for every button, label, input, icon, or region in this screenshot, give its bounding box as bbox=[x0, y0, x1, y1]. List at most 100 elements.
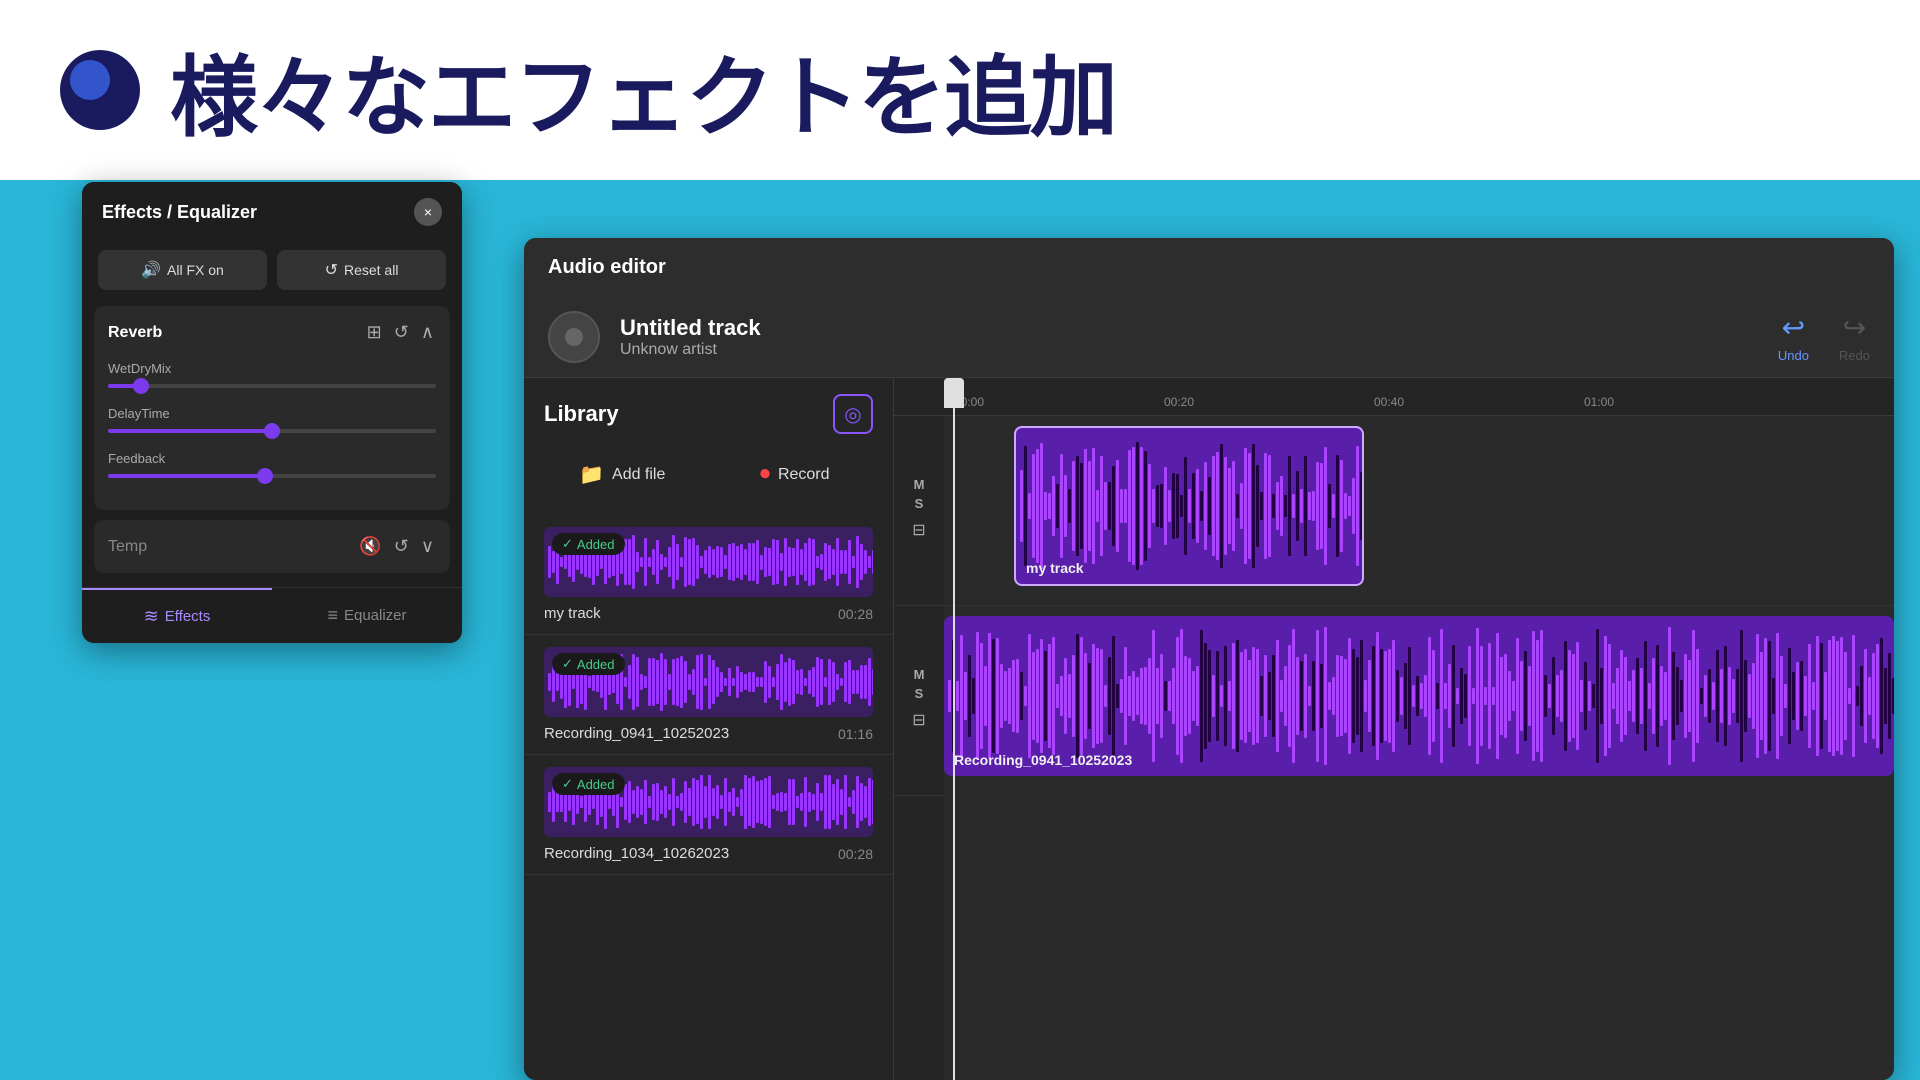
playhead[interactable] bbox=[944, 378, 964, 408]
record-label: Record bbox=[778, 466, 830, 484]
timeline-tracks: my track Recording_0941_10252023 bbox=[944, 416, 1894, 1080]
page-title: 様々なエフェクトを追加 bbox=[170, 27, 1116, 154]
track-s-label-2: S bbox=[915, 686, 924, 701]
all-fx-button[interactable]: 🔊 All FX on bbox=[98, 250, 267, 290]
track-waveform-2: ✓ Added bbox=[544, 647, 873, 717]
timeline-track-1: my track bbox=[944, 416, 1894, 606]
track-m-label-1: M bbox=[914, 477, 925, 492]
effects-panel-title: Effects / Equalizer bbox=[102, 202, 257, 223]
track-duration-2: 01:16 bbox=[838, 726, 873, 742]
redo-icon: ↪ bbox=[1843, 311, 1866, 344]
effects-panel-header: Effects / Equalizer × bbox=[82, 182, 462, 242]
added-label-3: Added bbox=[577, 777, 615, 792]
track-name-1: my track bbox=[544, 605, 601, 622]
reverb-reset-button[interactable]: ↺ bbox=[392, 320, 411, 345]
reverb-fx-icon-button[interactable]: ⊞ bbox=[365, 320, 384, 345]
reverb-section: Reverb ⊞ ↺ ∧ WetDryMix DelayTime bbox=[94, 306, 450, 510]
check-icon-1: ✓ bbox=[562, 536, 573, 552]
feedback-track[interactable] bbox=[108, 474, 436, 478]
list-item[interactable]: ✓ Added my track 00:28 bbox=[524, 515, 893, 635]
add-file-icon: 📁 bbox=[579, 462, 604, 487]
feedback-slider-container: Feedback bbox=[108, 451, 436, 478]
editor-main: Library ◎ 📁 Add file ⏺ Record bbox=[524, 378, 1894, 1080]
reverb-controls: ⊞ ↺ ∧ bbox=[365, 320, 436, 345]
added-label-1: Added bbox=[577, 537, 615, 552]
added-badge-2: ✓ Added bbox=[552, 653, 625, 675]
track-meta-1: my track 00:28 bbox=[544, 605, 873, 622]
timeline-clip-1[interactable]: my track bbox=[1014, 426, 1364, 586]
track-thumb-inner bbox=[565, 328, 583, 346]
track-name: Untitled track bbox=[620, 315, 1758, 341]
track-name-2: Recording_0941_10252023 bbox=[544, 725, 729, 742]
all-fx-label: All FX on bbox=[167, 262, 224, 278]
redo-button[interactable]: ↪ Redo bbox=[1839, 311, 1870, 363]
close-button[interactable]: × bbox=[414, 198, 442, 226]
delaytime-label: DelayTime bbox=[108, 406, 436, 421]
add-file-button[interactable]: 📁 Add file bbox=[544, 450, 701, 499]
effects-tabs: ≋ Effects ≡ Equalizer bbox=[82, 587, 462, 643]
track-artist: Unknow artist bbox=[620, 341, 1758, 359]
undo-icon: ↩ bbox=[1782, 311, 1805, 344]
track-control-group-1: M S ⊟ bbox=[894, 416, 944, 606]
playhead-line bbox=[953, 408, 955, 1080]
reset-icon: ↺ bbox=[325, 260, 338, 280]
page-header: 様々なエフェクトを追加 bbox=[0, 0, 1920, 180]
reset-all-button[interactable]: ↺ Reset all bbox=[277, 250, 446, 290]
track-meta-2: Recording_0941_10252023 01:16 bbox=[544, 725, 873, 742]
undo-label: Undo bbox=[1778, 348, 1809, 363]
wetdrymix-track[interactable] bbox=[108, 384, 436, 388]
effects-tab-label: Effects bbox=[165, 608, 211, 625]
temp-reset-button[interactable]: ↺ bbox=[392, 534, 411, 559]
delaytime-slider-container: DelayTime bbox=[108, 406, 436, 433]
reset-all-label: Reset all bbox=[344, 262, 398, 278]
delaytime-track[interactable] bbox=[108, 429, 436, 433]
track-m-label-2: M bbox=[914, 667, 925, 682]
reverb-title: Reverb bbox=[108, 324, 162, 342]
temp-expand-button[interactable]: ∨ bbox=[419, 534, 436, 559]
check-icon-2: ✓ bbox=[562, 656, 573, 672]
equalizer-tab-icon: ≡ bbox=[327, 605, 338, 626]
ruler-mark-20: 00:20 bbox=[1164, 395, 1194, 409]
temp-mute-button[interactable]: 🔇 bbox=[357, 534, 383, 559]
library-header: Library ◎ bbox=[524, 378, 893, 450]
track-ctrl-btn-2[interactable]: ⊟ bbox=[904, 705, 934, 735]
track-s-label-1: S bbox=[915, 496, 924, 511]
temp-title: Temp bbox=[108, 538, 147, 556]
track-waveform-1: ✓ Added bbox=[544, 527, 873, 597]
tab-effects[interactable]: ≋ Effects bbox=[82, 588, 272, 643]
feedback-label: Feedback bbox=[108, 451, 436, 466]
library-title: Library bbox=[544, 401, 619, 427]
library-camera-button[interactable]: ◎ bbox=[833, 394, 873, 434]
redo-label: Redo bbox=[1839, 348, 1870, 363]
add-file-label: Add file bbox=[612, 466, 665, 484]
track-duration-1: 00:28 bbox=[838, 606, 873, 622]
track-meta-3: Recording_1034_10262023 00:28 bbox=[544, 845, 873, 862]
reverb-header: Reverb ⊞ ↺ ∧ bbox=[108, 320, 436, 345]
ruler-mark-60: 01:00 bbox=[1584, 395, 1614, 409]
effects-toolbar: 🔊 All FX on ↺ Reset all bbox=[82, 242, 462, 306]
ruler-spacer bbox=[894, 378, 944, 416]
library-panel: Library ◎ 📁 Add file ⏺ Record bbox=[524, 378, 894, 1080]
library-tracks: ✓ Added my track 00:28 ✓ bbox=[524, 515, 893, 1080]
undo-button[interactable]: ↩ Undo bbox=[1778, 311, 1809, 363]
temp-header: Temp 🔇 ↺ ∨ bbox=[108, 534, 436, 559]
audio-editor-title: Audio editor bbox=[548, 256, 666, 279]
library-actions: 📁 Add file ⏺ Record bbox=[524, 450, 893, 515]
track-controls-column: M S ⊟ M S ⊟ bbox=[894, 378, 944, 1080]
track-info-bar: Untitled track Unknow artist ↩ Undo ↪ Re… bbox=[524, 297, 1894, 378]
reverb-collapse-button[interactable]: ∧ bbox=[419, 320, 436, 345]
timeline-clip-2[interactable]: Recording_0941_10252023 bbox=[944, 616, 1894, 776]
ruler-mark-40: 00:40 bbox=[1374, 395, 1404, 409]
list-item[interactable]: ✓ Added Recording_0941_10252023 01:16 bbox=[524, 635, 893, 755]
tab-equalizer[interactable]: ≡ Equalizer bbox=[272, 588, 462, 643]
list-item[interactable]: ✓ Added Recording_1034_10262023 00:28 bbox=[524, 755, 893, 875]
temp-section: Temp 🔇 ↺ ∨ bbox=[94, 520, 450, 573]
record-button[interactable]: ⏺ Record bbox=[717, 450, 874, 499]
track-ctrl-btn-1[interactable]: ⊟ bbox=[904, 515, 934, 545]
track-waveform-3: ✓ Added bbox=[544, 767, 873, 837]
speaker-icon: 🔊 bbox=[141, 260, 161, 280]
camera-icon: ◎ bbox=[844, 402, 861, 427]
timeline-ruler: 00:00 00:20 00:40 01:00 bbox=[944, 378, 1894, 416]
record-icon: ⏺ bbox=[760, 463, 770, 486]
track-name-3: Recording_1034_10262023 bbox=[544, 845, 729, 862]
